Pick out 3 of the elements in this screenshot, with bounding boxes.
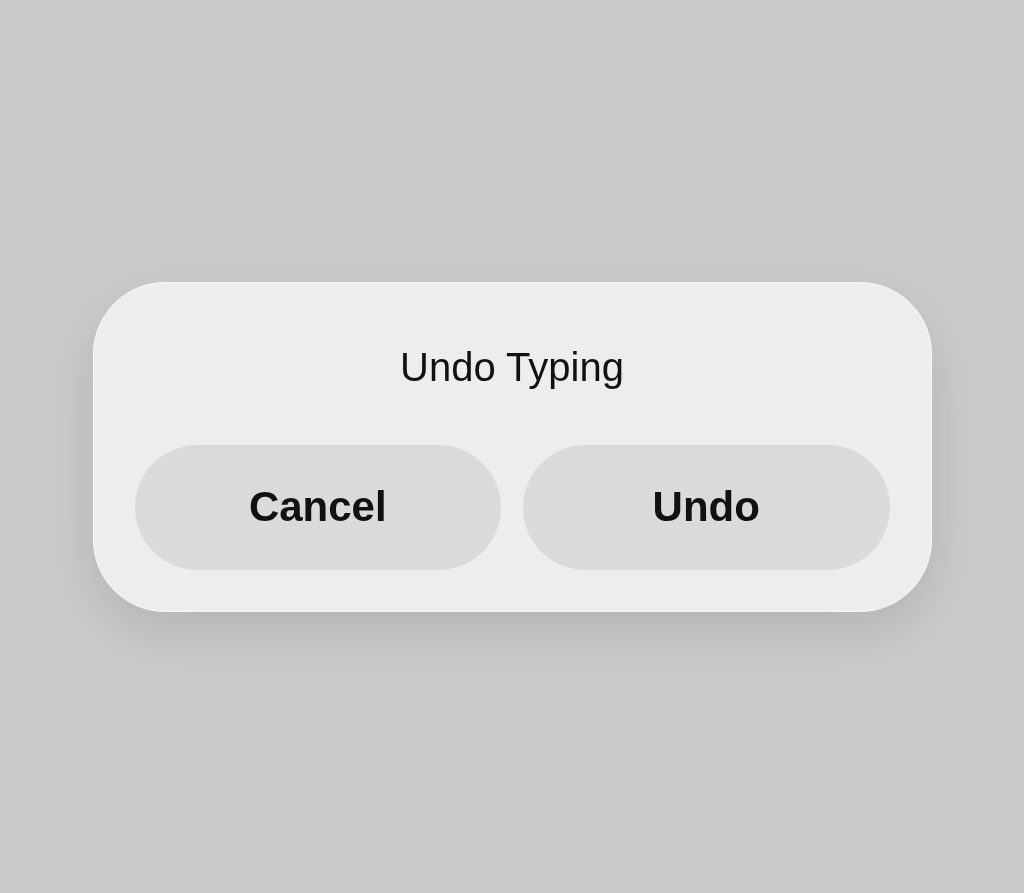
dialog-button[interactable]: Undo — [523, 444, 890, 570]
dialog-button[interactable]: Cancel — [134, 444, 501, 570]
dialog-title: Undo Typing — [399, 344, 625, 391]
